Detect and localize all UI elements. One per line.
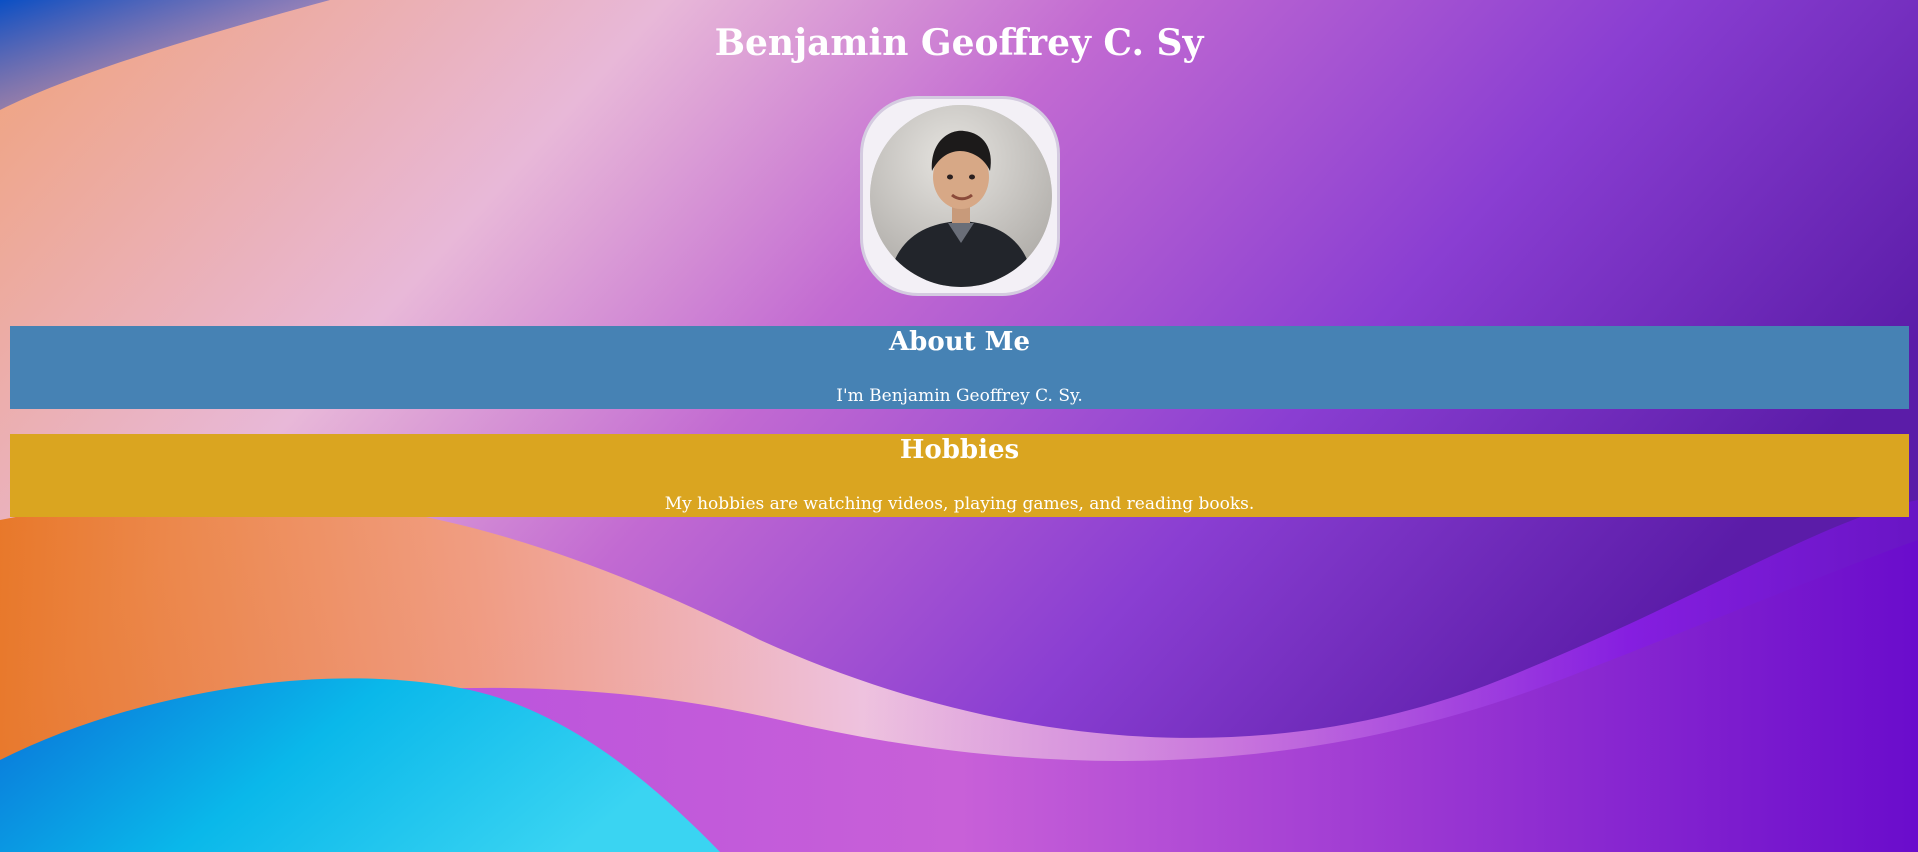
page-title: Benjamin Geoffrey C. Sy — [714, 22, 1204, 64]
hobbies-section: Hobbies My hobbies are watching videos, … — [10, 434, 1909, 517]
person-photo-icon — [870, 105, 1052, 287]
hobbies-text: My hobbies are watching videos, playing … — [664, 494, 1255, 514]
profile-photo — [870, 105, 1052, 287]
about-me-section: About Me I'm Benjamin Geoffrey C. Sy. — [10, 326, 1909, 409]
profile-photo-frame — [860, 96, 1060, 296]
hobbies-heading: Hobbies — [899, 435, 1020, 465]
about-me-heading: About Me — [889, 327, 1030, 357]
about-me-text: I'm Benjamin Geoffrey C. Sy. — [836, 386, 1083, 406]
page-content: Benjamin Geoffrey C. Sy About Me I'm Ben… — [0, 0, 1918, 852]
